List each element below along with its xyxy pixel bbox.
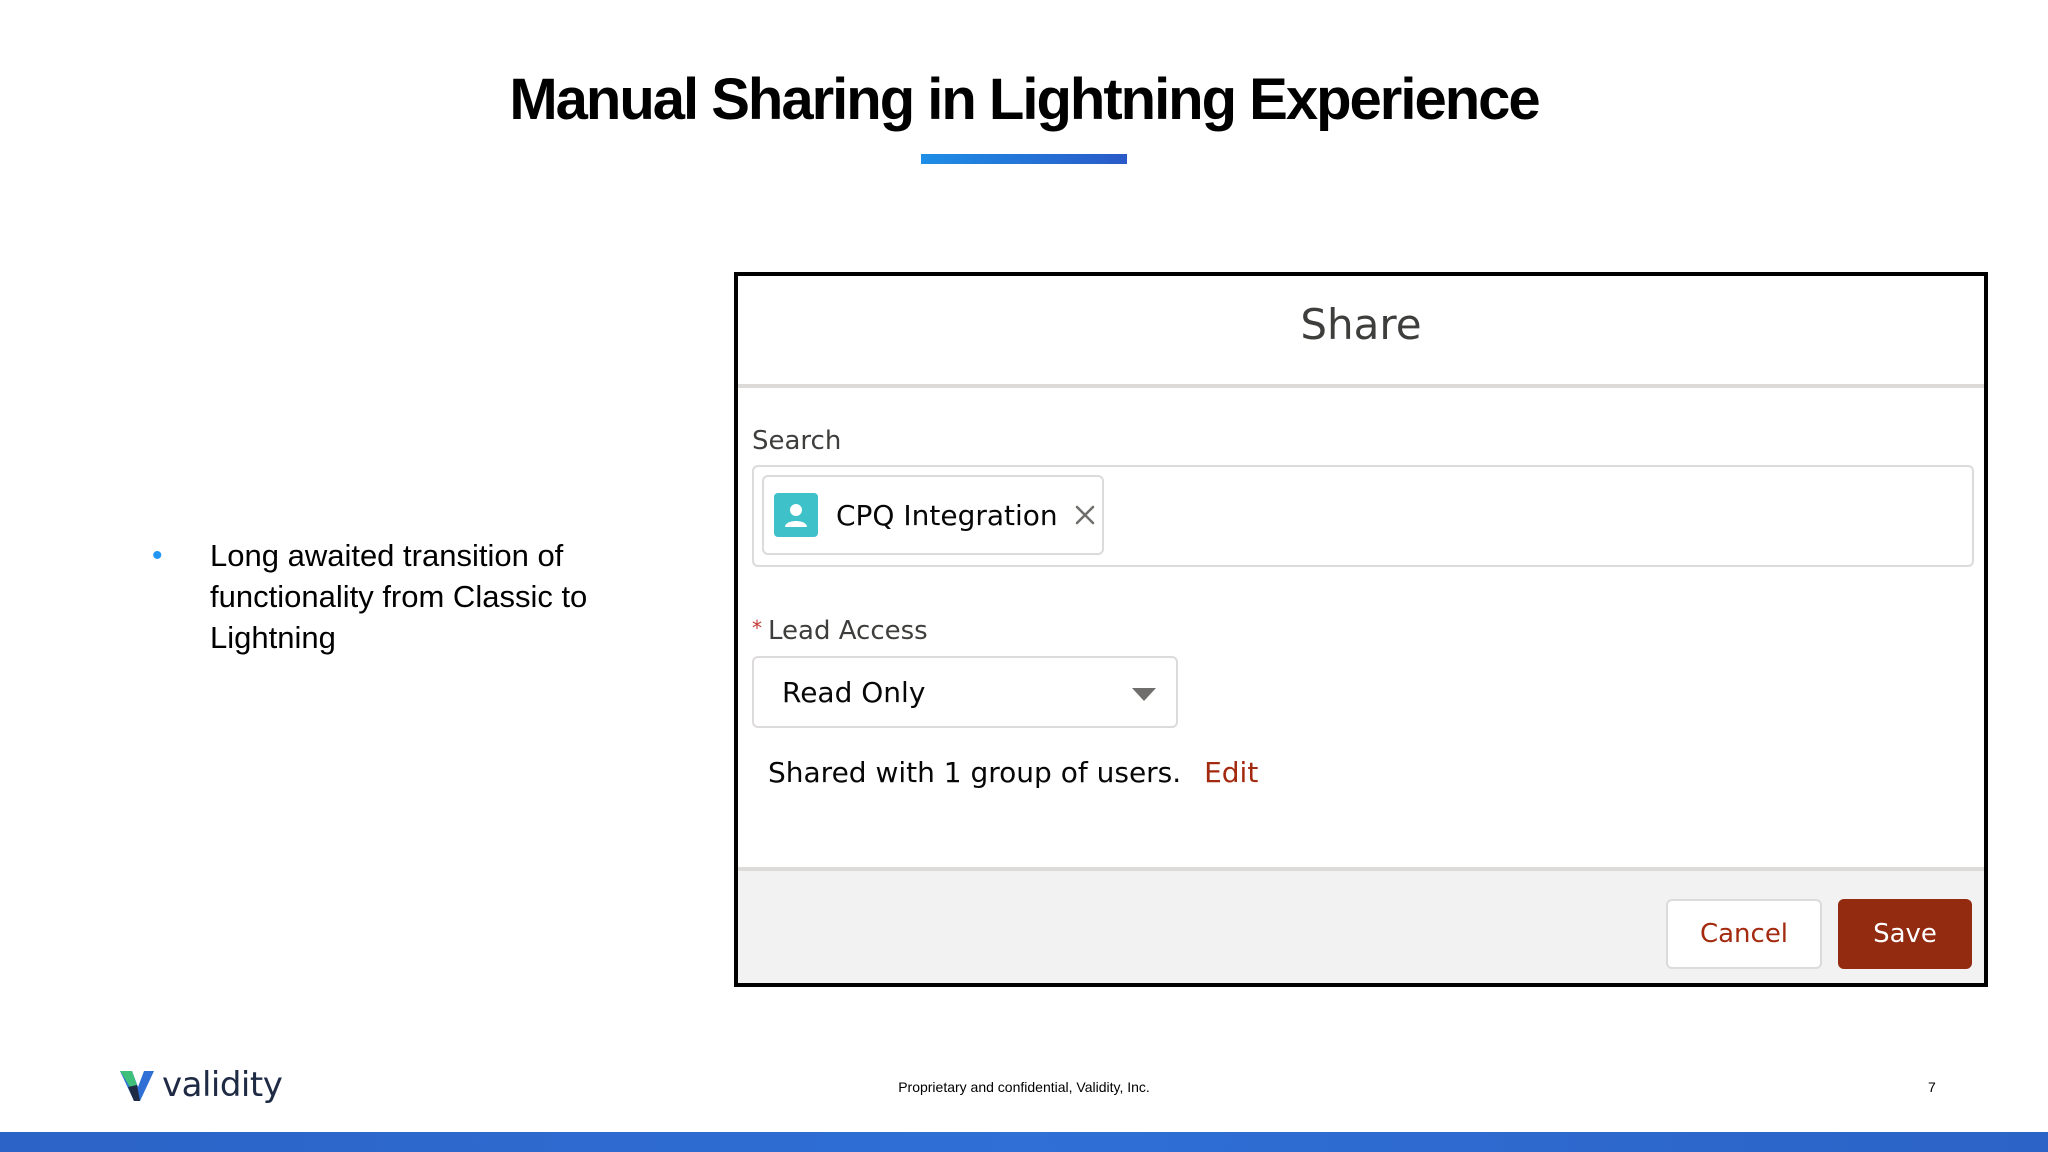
bottom-bar xyxy=(0,1132,2048,1152)
chevron-down-icon xyxy=(1132,688,1156,701)
shared-with-line: Shared with 1 group of users. Edit xyxy=(768,756,1258,789)
share-dialog-screenshot: Share Search CPQ Integration * Lead Acces… xyxy=(734,272,1988,987)
required-marker: * xyxy=(752,616,762,640)
lead-access-select[interactable]: Read Only xyxy=(752,656,1178,728)
cancel-button[interactable]: Cancel xyxy=(1666,899,1822,969)
footer-note: Proprietary and confidential, Validity, … xyxy=(898,1079,1150,1095)
modal-footer: Cancel Save xyxy=(738,867,1984,983)
user-icon xyxy=(774,493,818,537)
title-underline xyxy=(921,154,1127,164)
lead-access-value: Read Only xyxy=(782,675,926,709)
bullet-text: Long awaited transition of functionality… xyxy=(210,538,588,655)
bullet-list: • Long awaited transition of functionali… xyxy=(150,535,630,658)
lead-access-label-text: Lead Access xyxy=(768,616,928,646)
search-label: Search xyxy=(752,426,842,456)
lead-access-label: * Lead Access xyxy=(752,616,928,646)
page-number: 7 xyxy=(1928,1079,1936,1095)
selected-user-pill[interactable]: CPQ Integration xyxy=(762,475,1104,555)
modal-header: Share xyxy=(738,276,1984,388)
bullet-item: • Long awaited transition of functionali… xyxy=(150,535,630,658)
pill-label: CPQ Integration xyxy=(836,498,1058,532)
bullet-dot: • xyxy=(152,539,163,572)
modal-title: Share xyxy=(1300,299,1422,349)
search-input[interactable]: CPQ Integration xyxy=(752,465,1974,567)
save-button[interactable]: Save xyxy=(1838,899,1972,969)
shared-with-text: Shared with 1 group of users. xyxy=(768,756,1182,789)
close-icon[interactable] xyxy=(1072,502,1098,528)
edit-link[interactable]: Edit xyxy=(1204,756,1258,789)
slide-title: Manual Sharing in Lightning Experience xyxy=(509,67,1540,132)
